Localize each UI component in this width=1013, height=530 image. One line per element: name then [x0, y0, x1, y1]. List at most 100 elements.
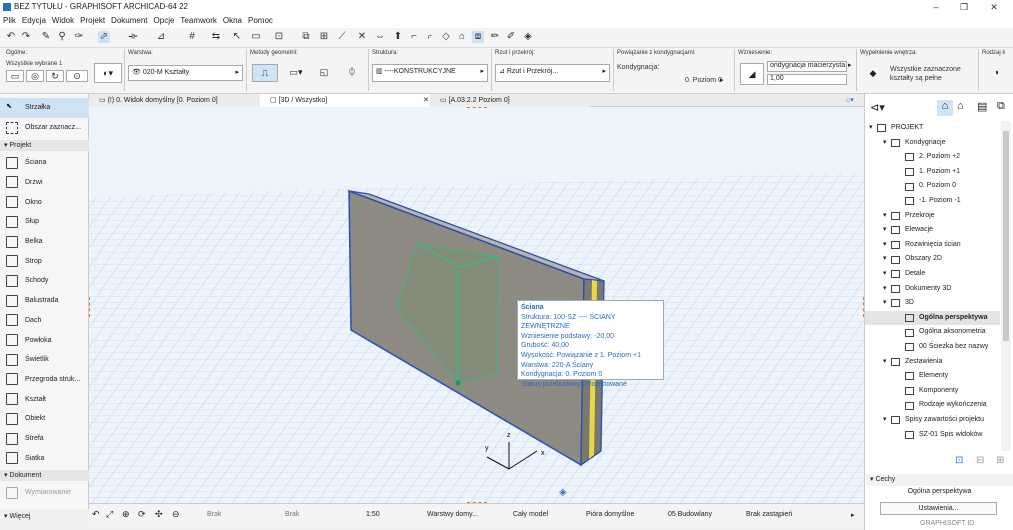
guide-icon[interactable]: ⟛ — [127, 31, 139, 43]
intersect-icon[interactable]: ✕ — [356, 31, 368, 43]
tool-railing[interactable]: Balustrada — [0, 291, 89, 311]
graphic-override[interactable]: Brak zastąpień — [746, 511, 792, 518]
rotate-button[interactable]: ↻ — [46, 70, 64, 82]
navigator-item[interactable]: ▾ Zestawienia — [865, 355, 1000, 370]
frame-icon[interactable]: ◗ — [988, 63, 1006, 83]
expand-icon[interactable]: ▾ — [883, 267, 891, 282]
tab-3d[interactable]: ▢ [3D / Wszystko] ✕ — [260, 94, 430, 107]
chevron-right-icon[interactable]: ▸ — [720, 76, 724, 84]
menu-plik[interactable]: Plik — [0, 14, 19, 27]
navigator-item[interactable]: Ogólna perspektywa — [865, 310, 1000, 326]
undo-icon[interactable]: ↶ — [5, 31, 17, 43]
more-button[interactable]: ▾ Więcej — [0, 509, 89, 524]
navigator-item[interactable]: ▾ Dokumenty 3D — [865, 282, 1000, 297]
view-map-icon[interactable]: ⌂ — [957, 100, 964, 112]
tool-object[interactable]: Obiekt — [0, 409, 89, 429]
elevation-ref-field[interactable]: ondygnacja macierzysta — [767, 61, 847, 72]
walk-icon[interactable]: ✣ — [155, 509, 163, 520]
settings-button[interactable]: Ustawienia... — [880, 502, 997, 515]
explode-icon[interactable]: ◇ — [440, 31, 452, 43]
navigator-item[interactable]: 2. Poziom +2 — [865, 150, 1000, 165]
marquee-tool[interactable]: Obszar zaznacz... — [0, 118, 89, 138]
navigator-preview-icon[interactable]: ◈ — [559, 487, 567, 498]
cursor-icon[interactable]: ↖ — [231, 31, 243, 43]
navigator-item[interactable]: Ogólna aksonometria — [865, 325, 1000, 340]
tool-mesh[interactable]: Siatka — [0, 449, 89, 469]
arrow-tool[interactable]: ⬉ Strzałka — [0, 98, 89, 118]
expand-icon[interactable]: ▾ — [883, 223, 891, 238]
tool-wall[interactable]: Ściana — [0, 153, 89, 173]
expand-icon[interactable]: ▾ — [883, 136, 891, 151]
edit-icon[interactable]: ✏ — [489, 31, 501, 43]
arrow-tool-icon[interactable]: ⬀ — [98, 31, 110, 43]
tab-layout[interactable]: ▭ [A.03.2.2 Poziom 0] — [430, 94, 590, 107]
navigator-item[interactable]: ▾ Przekroje — [865, 209, 1000, 224]
tab-menu-icon[interactable]: ⌂▾ — [836, 94, 862, 107]
split-icon[interactable]: ⇔ — [374, 31, 386, 43]
navigator-item[interactable]: ▾ Detale — [865, 267, 1000, 282]
elevation-value-field[interactable]: 1,00 — [767, 74, 847, 85]
chevron-right-icon[interactable]: ▸ — [851, 511, 855, 519]
pick-up-icon[interactable]: ✎ — [40, 31, 52, 43]
properties-header[interactable]: ▾ Cechy — [866, 474, 1013, 486]
new-view-icon[interactable]: ⊡ — [955, 455, 963, 466]
tool-stair[interactable]: Schody — [0, 271, 89, 291]
zoom-out-icon[interactable]: ⊖ — [172, 509, 180, 520]
copy-icon[interactable]: ⧉ — [300, 31, 312, 43]
model-view-option[interactable]: 05 Budowlany — [668, 511, 712, 518]
geometry-rotated-icon[interactable]: ◱ — [314, 64, 334, 82]
splitter-handle[interactable] — [89, 297, 94, 317]
favorites-button[interactable]: ◐▾ — [94, 63, 122, 83]
menu-projekt[interactable]: Projekt — [77, 14, 108, 27]
floor-plan-section-select[interactable]: ⊿ Rzut i Przekrój... ▸ — [495, 64, 610, 82]
injection-icon[interactable]: ✑ — [73, 31, 85, 43]
redo-icon[interactable]: ↷ — [20, 31, 32, 43]
elevation-icon[interactable]: ◢ — [740, 63, 764, 85]
expand-icon[interactable]: ▾ — [883, 209, 891, 224]
expand-icon[interactable]: ▾ — [883, 355, 891, 370]
pen-set[interactable]: Pióra domyślne — [586, 511, 634, 518]
geometry-rect-icon[interactable]: ▭▾ — [284, 64, 308, 82]
fillet-icon[interactable]: ⌐ — [408, 31, 420, 43]
status-brak-1[interactable]: Brak — [207, 511, 221, 518]
graphisoft-id-link[interactable]: GRAPHISOFT ID — [920, 520, 974, 527]
menu-opcje[interactable]: Opcje — [151, 14, 178, 27]
story-value[interactable]: 0. Poziom 0 — [685, 77, 722, 84]
eyedropper-icon[interactable]: ⚲ — [56, 31, 68, 43]
settings-view-icon[interactable]: ⊞ — [996, 455, 1004, 466]
selection-mode-button[interactable]: ◎ — [26, 70, 44, 82]
splitter-handle[interactable] — [467, 107, 487, 112]
tool-roof[interactable]: Dach — [0, 311, 89, 331]
navigator-item[interactable]: SZ-01 Spis widoków — [865, 428, 1000, 443]
navigator-item[interactable]: ▾ Obszary 2D — [865, 252, 1000, 267]
navigator-menu-icon[interactable]: ⊲▾ — [870, 101, 885, 114]
fill-icon[interactable]: ◆ — [862, 63, 884, 85]
expand-icon[interactable]: ▾ — [883, 282, 891, 297]
3d-viewport[interactable]: x y z ◈ Ściana Struktura: 100-SZ ---- ŚC… — [89, 107, 864, 503]
menu-edycja[interactable]: Edycja — [19, 14, 49, 27]
view-3d-icon[interactable]: ⧈ — [472, 31, 484, 43]
tool-shell[interactable]: Powłoka — [0, 330, 89, 350]
navigator-item[interactable]: Elementy — [865, 369, 1000, 384]
menu-widok[interactable]: Widok — [49, 14, 77, 27]
menu-dokument[interactable]: Dokument — [108, 14, 150, 27]
geometry-single-icon[interactable]: ⎍ — [252, 64, 278, 82]
dimension-tool[interactable]: Wymiarowanie — [0, 483, 89, 503]
maximize-button[interactable]: ❐ — [958, 1, 970, 13]
fit-view-icon[interactable]: ⤢ — [106, 509, 113, 520]
menu-teamwork[interactable]: Teamwork — [177, 14, 219, 27]
grid-icon[interactable]: # — [186, 31, 198, 43]
orbit-icon[interactable]: ⟳ — [138, 509, 146, 520]
project-map-icon[interactable]: ⌂ — [937, 100, 953, 116]
selection-filter-button[interactable]: ▭ — [6, 70, 24, 82]
navigator-scrollbar[interactable] — [1001, 121, 1011, 451]
structure-select[interactable]: ▥ ----KONSTRUKCYJNE ▸ — [372, 64, 488, 82]
tool-zone[interactable]: Strefa — [0, 429, 89, 449]
expand-icon[interactable]: ▾ — [869, 121, 877, 136]
mirror-icon[interactable]: ⇆ — [210, 31, 222, 43]
delete-view-icon[interactable]: ⊟ — [976, 455, 984, 466]
tool-beam[interactable]: Belka — [0, 232, 89, 252]
snap-icon[interactable]: ⊿ — [155, 31, 167, 43]
tool-door[interactable]: Drzwi — [0, 173, 89, 193]
menu-pomoc[interactable]: Pomoc — [245, 14, 276, 27]
